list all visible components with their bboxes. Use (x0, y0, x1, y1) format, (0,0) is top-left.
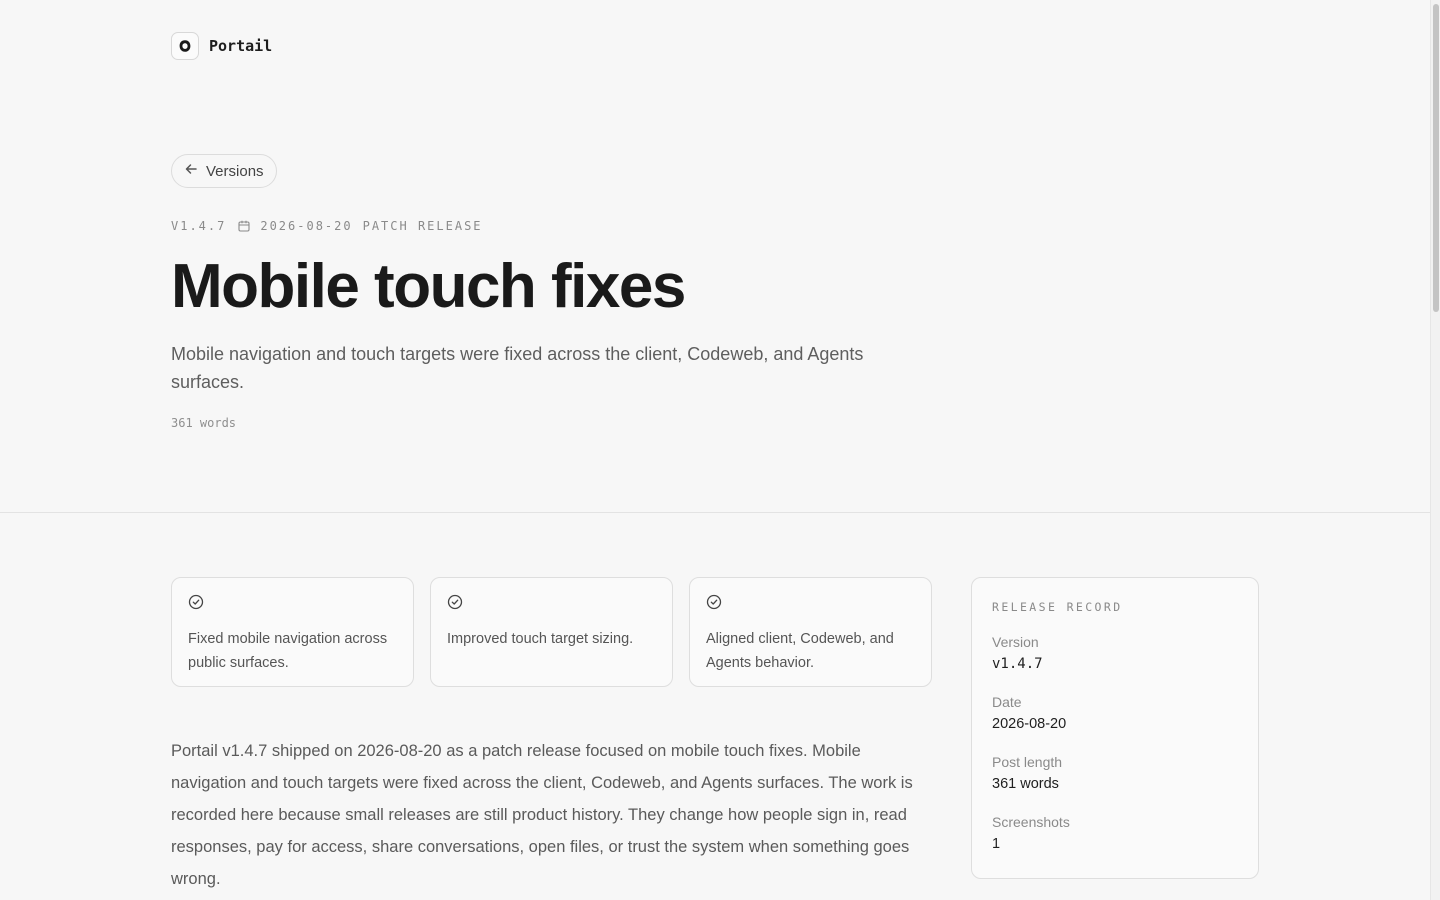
record-value: 2026-08-20 (992, 716, 1067, 732)
release-meta: V1.4.7 2026-08-20 PATCH RELEASE (171, 219, 483, 233)
record-version: Version v1.4.7 (992, 632, 1238, 676)
release-date: 2026-08-20 (260, 219, 353, 233)
record-value: 361 words (992, 776, 1059, 792)
release-type: PATCH RELEASE (362, 219, 483, 233)
portail-logo-icon (171, 32, 199, 60)
record-value: v1.4.7 (992, 656, 1043, 672)
highlight-card: Aligned client, Codeweb, and Agents beha… (689, 577, 932, 687)
check-circle-icon (447, 594, 656, 615)
word-count: 361 words (171, 416, 237, 430)
record-post-length: Post length 361 words (992, 752, 1238, 796)
highlight-text: Aligned client, Codeweb, and Agents beha… (706, 631, 894, 671)
version-tag: V1.4.7 (171, 219, 227, 233)
section-divider (0, 512, 1430, 513)
brand-name: Portail (209, 37, 273, 55)
arrow-left-icon (184, 162, 198, 180)
page-title: Mobile touch fixes (171, 252, 686, 321)
record-label: Version (992, 634, 1039, 650)
release-body: Portail v1.4.7 shipped on 2026-08-20 as … (171, 742, 913, 888)
highlights: Fixed mobile navigation across public su… (171, 577, 932, 687)
record-label: Screenshots (992, 814, 1070, 830)
calendar-icon (238, 220, 250, 232)
record-label: Date (992, 694, 1022, 710)
check-circle-icon (188, 594, 397, 615)
record-label: Post length (992, 754, 1063, 770)
page: Portail Versions V1.4.7 2026-08-20 PATCH… (0, 0, 1440, 900)
vertical-scrollbar[interactable] (1430, 0, 1440, 900)
highlight-text: Fixed mobile navigation across public su… (188, 631, 388, 671)
record-date: Date 2026-08-20 (992, 692, 1238, 736)
release-summary: Mobile navigation and touch targets were… (171, 344, 864, 392)
record-heading: RELEASE RECORD (992, 600, 1123, 614)
back-label: Versions (206, 162, 264, 180)
highlight-text: Improved touch target sizing. (447, 631, 634, 647)
brand[interactable]: Portail (171, 32, 272, 60)
scrollbar-thumb[interactable] (1433, 4, 1439, 312)
back-to-versions-button[interactable]: Versions (171, 154, 277, 188)
highlight-card: Fixed mobile navigation across public su… (171, 577, 414, 687)
record-value: 1 (992, 836, 1001, 852)
record-screenshots: Screenshots 1 (992, 812, 1238, 856)
highlight-card: Improved touch target sizing. (430, 577, 673, 687)
check-circle-icon (706, 594, 915, 615)
release-record: RELEASE RECORD Version v1.4.7 Date 2026-… (971, 577, 1259, 879)
